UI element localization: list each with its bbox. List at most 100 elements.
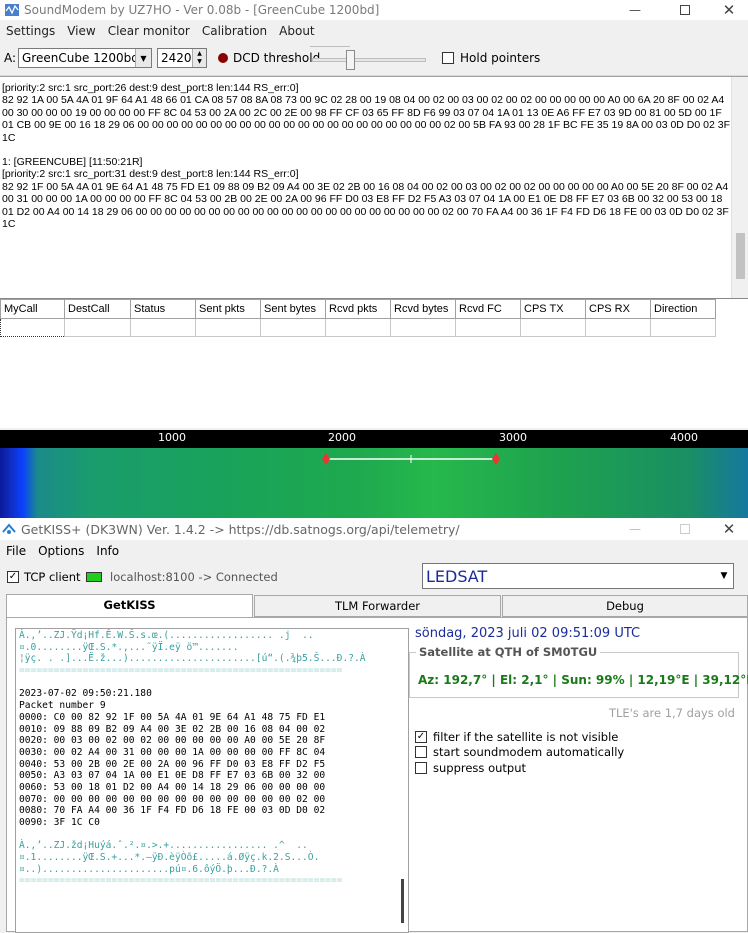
log-line: 0060: 53 00 18 01 D2 00 A4 00 14 18 29 0… — [19, 781, 326, 793]
monitor-line: [priority:2 src:1 src_port:31 dest:9 des… — [2, 168, 299, 181]
col-mycall[interactable]: MyCall — [0, 299, 65, 319]
scrollbar-thumb[interactable] — [736, 233, 745, 279]
col-rcvd-pkts[interactable]: Rcvd pkts — [325, 299, 391, 319]
chevron-down-icon[interactable]: ▼ — [715, 564, 733, 588]
waterfall-axis[interactable]: 1000 2000 3000 4000 — [0, 430, 748, 448]
suppress-output-checkbox[interactable] — [415, 762, 427, 774]
log-line: ========================================… — [19, 665, 343, 677]
getkiss-minimize-button[interactable]: — — [612, 518, 658, 540]
menu-info[interactable]: Info — [90, 544, 125, 558]
filter-visible-checkbox[interactable]: ✓ — [415, 731, 427, 743]
option-label: suppress output — [433, 761, 526, 775]
menu-calibration[interactable]: Calibration — [196, 24, 273, 38]
soundmodem-title: SoundModem by UZ7HO - Ver 0.08b - [Green… — [24, 3, 380, 17]
col-cps-rx[interactable]: CPS RX — [585, 299, 651, 319]
modem-select[interactable]: GreenCube 1200bd ▼ — [18, 48, 152, 68]
maximize-button[interactable] — [662, 0, 708, 20]
hold-pointers-label: Hold pointers — [460, 51, 541, 65]
menu-view[interactable]: View — [61, 24, 101, 38]
table-row[interactable] — [0, 318, 716, 337]
monitor-textarea[interactable]: [priority:2 src:1 src_port:26 dest:9 des… — [0, 76, 748, 298]
col-status[interactable]: Status — [130, 299, 196, 319]
log-line: 0090: 3F 1C C0 — [19, 817, 100, 828]
minimize-button[interactable]: — — [612, 0, 658, 20]
log-line: 0080: 70 FA A4 00 36 1F F4 FD D6 18 FE 0… — [19, 805, 326, 817]
tab-debug[interactable]: Debug — [502, 595, 748, 617]
getkiss-titlebar[interactable]: GetKISS+ (DK3WN) Ver. 1.4.2 -> https://d… — [0, 518, 748, 540]
maximize-icon — [680, 524, 690, 534]
getkiss-menubar: File Options Info — [0, 540, 748, 562]
getkiss-maximize-button[interactable] — [662, 518, 708, 540]
col-direction[interactable]: Direction — [650, 299, 716, 319]
getkiss-panel: À.,’..ZJ.Ÿd¡Hf.Ê.W.Š.s.œ.(..............… — [6, 617, 748, 933]
option-filter-visible[interactable]: ✓ filter if the satellite is not visible — [415, 730, 618, 744]
getkiss-title: GetKISS+ (DK3WN) Ver. 1.4.2 -> https://d… — [21, 521, 460, 537]
tab-getkiss[interactable]: GetKISS — [6, 594, 253, 618]
menu-file[interactable]: File — [0, 544, 32, 558]
col-rcvd-bytes[interactable]: Rcvd bytes — [390, 299, 456, 319]
option-start-soundmodem[interactable]: start soundmodem automatically — [415, 745, 624, 759]
monitor-scrollbar[interactable] — [731, 77, 748, 298]
packet-log[interactable]: À.,’..ZJ.Ÿd¡Hf.Ê.W.Š.s.œ.(..............… — [15, 628, 409, 933]
soundmodem-toolbar: A: GreenCube 1200bd ▼ 2420 ▲ ▼ DCD thresh… — [0, 42, 748, 76]
menu-about[interactable]: About — [273, 24, 320, 38]
frequency-spinner[interactable]: 2420 ▲ ▼ — [157, 48, 207, 68]
packet-log-lines: À.,’..ZJ.Ÿd¡Hf.Ê.W.Š.s.œ.(..............… — [19, 630, 408, 887]
start-soundmodem-checkbox[interactable] — [415, 746, 427, 758]
close-icon: ✕ — [722, 520, 736, 538]
log-line: 2023-07-02 09:50:21.180 — [19, 688, 152, 700]
frequency-value: 2420 — [161, 51, 192, 65]
scrollbar-thumb[interactable] — [401, 879, 404, 923]
log-line: ¦ÿç. . .]...Ë.ž...).....................… — [19, 653, 366, 665]
log-line: 0020: 00 03 00 02 00 02 00 00 00 00 00 A… — [19, 735, 326, 747]
getkiss-tabs: GetKISS TLM Forwarder Debug — [6, 594, 748, 618]
soundmodem-titlebar[interactable]: SoundModem by UZ7HO - Ver 0.08b - [Green… — [0, 0, 748, 20]
qth-title: Satellite at QTH of SM0TGU — [416, 645, 601, 659]
menu-options[interactable]: Options — [32, 544, 90, 558]
hold-pointers-checkbox[interactable] — [442, 52, 454, 64]
monitor-line: [priority:2 src:1 src_port:26 dest:9 des… — [2, 82, 299, 94]
log-scrollbar[interactable] — [398, 629, 408, 932]
col-cps-tx[interactable]: CPS TX — [520, 299, 586, 319]
log-line: Packet number 9 — [19, 700, 106, 712]
option-suppress-output[interactable]: suppress output — [415, 761, 526, 775]
getkiss-close-button[interactable]: ✕ — [706, 518, 748, 540]
satellite-select[interactable]: LEDSAT ▼ — [422, 563, 734, 589]
waterfall-tick: 2000 — [328, 431, 356, 444]
col-rcvd-fc[interactable]: Rcvd FC — [455, 299, 521, 319]
menu-settings[interactable]: Settings — [0, 24, 61, 38]
col-sent-bytes[interactable]: Sent bytes — [260, 299, 326, 319]
tab-tlm-forwarder[interactable]: TLM Forwarder — [254, 595, 501, 617]
log-line: À.,’..ZJ.Ÿd¡Hf.Ê.W.Š.s.œ.(..............… — [19, 630, 314, 641]
waterfall-display[interactable] — [0, 448, 748, 520]
getkiss-window: GetKISS+ (DK3WN) Ver. 1.4.2 -> https://d… — [0, 518, 748, 933]
close-button[interactable]: ✕ — [706, 0, 748, 20]
qth-group: Satellite at QTH of SM0TGU Az: 192,7° | … — [409, 645, 748, 698]
option-label: start soundmodem automatically — [433, 745, 625, 759]
dcd-threshold-slider[interactable] — [310, 46, 428, 72]
spinner-arrows-icon[interactable]: ▲ ▼ — [192, 49, 206, 67]
log-line: ========================================… — [19, 875, 343, 887]
log-line: ¤.0........ÿŒ.S.*.,...˜ÿÏ.eÿ ö™....... — [19, 641, 239, 653]
col-destcall[interactable]: DestCall — [64, 299, 131, 319]
log-line: 0030: 00 02 A4 00 31 00 00 00 1A 00 00 0… — [19, 746, 326, 758]
satellite-select-value: LEDSAT — [426, 566, 488, 586]
connections-table: MyCall DestCall Status Sent pkts Sent by… — [0, 298, 748, 428]
chevron-down-icon[interactable]: ▼ — [135, 49, 151, 67]
monitor-line: 1: [GREENCUBE] [11:50:21R] — [2, 156, 143, 169]
waterfall-tick: 3000 — [499, 431, 527, 444]
col-sent-pkts[interactable]: Sent pkts — [195, 299, 261, 319]
soundmodem-window: SoundModem by UZ7HO - Ver 0.08b - [Green… — [0, 0, 748, 520]
modem-select-value: GreenCube 1200bd — [22, 51, 139, 65]
tcp-client-checkbox[interactable]: ✓ — [7, 571, 19, 583]
slider-thumb[interactable] — [346, 50, 355, 70]
channel-label: A: — [4, 51, 17, 65]
waterfall-tick: 4000 — [670, 431, 698, 444]
log-line: 0050: A3 03 07 04 1A 00 E1 0E D8 FF E7 0… — [19, 770, 326, 782]
minimize-icon: — — [629, 522, 641, 536]
close-icon: ✕ — [722, 1, 736, 19]
menu-clear-monitor[interactable]: Clear monitor — [102, 24, 196, 38]
log-line: 0070: 00 00 00 00 00 00 00 00 00 00 00 0… — [19, 793, 326, 805]
monitor-line: 82 92 1A 00 5A 4A 01 9F 64 A1 48 66 01 C… — [2, 94, 730, 144]
